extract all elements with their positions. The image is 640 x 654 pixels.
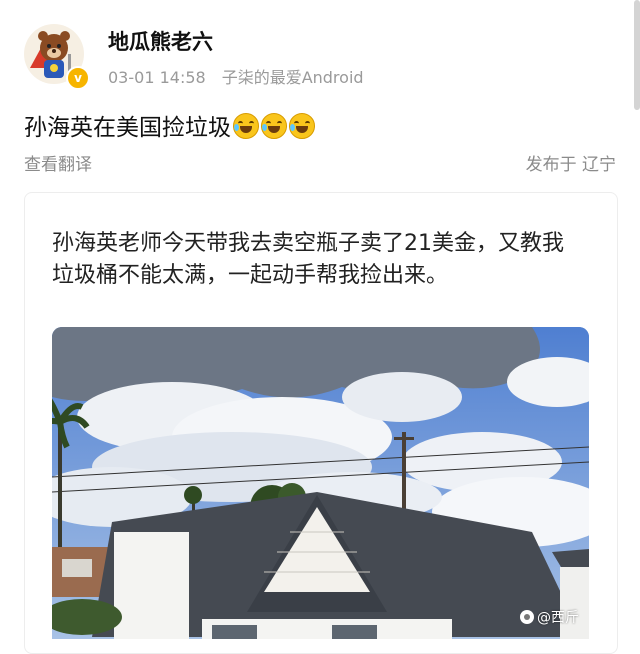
watermark-text: @西斤 [537, 610, 579, 626]
verified-badge-icon: v [66, 66, 90, 90]
laugh-cry-emoji-icon [233, 113, 259, 139]
house-photo[interactable]: @西斤 [52, 327, 589, 639]
translate-link[interactable]: 查看翻译 [24, 150, 92, 175]
post-location: 发布于 辽宁 [525, 155, 616, 175]
post-source: 子柒的最爱Android [221, 68, 364, 87]
post-timestamp: 03-01 14:58 [108, 68, 206, 87]
watermark: @西斤 [520, 607, 579, 627]
post-text-content: 孙海英在美国捡垃圾 [24, 115, 231, 141]
scrollbar[interactable] [634, 0, 640, 110]
laugh-cry-emoji-icon [261, 113, 287, 139]
image-caption-text: 孙海英老师今天带我去卖空瓶子卖了21美金，又教我垃圾桶不能太满，一起动手帮我捡出… [52, 231, 564, 288]
post-meta: 03-01 14:58 子柒的最爱Android [108, 64, 364, 88]
post-text: 孙海英在美国捡垃圾 [24, 108, 315, 142]
laugh-cry-emoji-icon [289, 113, 315, 139]
weibo-logo-icon [520, 610, 534, 624]
username[interactable]: 地瓜熊老六 [108, 26, 213, 56]
